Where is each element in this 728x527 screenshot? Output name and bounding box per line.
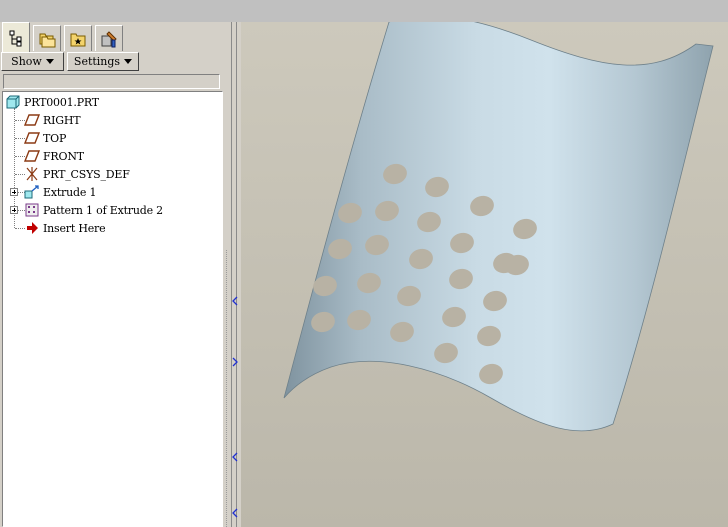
collapse-left-icon[interactable] (232, 296, 238, 306)
expand-right-icon[interactable] (232, 357, 238, 367)
folder-browser-tab[interactable] (33, 25, 61, 51)
datum-plane-icon (24, 150, 40, 162)
model-tree-tab[interactable] (2, 22, 30, 52)
tree-filter-field[interactable] (3, 74, 220, 89)
collapse-left-icon[interactable] (232, 452, 238, 462)
model-tree-icon (9, 30, 22, 46)
show-button-label: Show (11, 55, 42, 68)
expand-pattern-toggle[interactable] (10, 206, 18, 214)
insert-arrow-icon (27, 222, 38, 234)
tree-item-label: PRT0001.PRT (24, 95, 99, 109)
part-icon (6, 95, 20, 109)
tree-item-label: TOP (43, 131, 67, 145)
tree-item-label: FRONT (43, 149, 84, 163)
collapse-left-icon[interactable] (232, 508, 238, 518)
model-viewport[interactable] (241, 22, 728, 527)
extrude-icon (24, 185, 39, 199)
connections-tab[interactable] (95, 25, 123, 51)
expand-extrude-1-toggle[interactable] (10, 188, 18, 196)
favorites-tab[interactable] (64, 25, 92, 51)
tree-item-right[interactable]: RIGHT (24, 112, 81, 128)
tools-icon (101, 30, 117, 47)
tree-item-front[interactable]: FRONT (24, 148, 84, 164)
settings-button[interactable]: Settings (67, 52, 139, 71)
title-strip (0, 0, 728, 22)
tree-item-label: Extrude 1 (43, 185, 97, 199)
model-tree[interactable]: PRT0001.PRT RIGHT TOP FRONT PRT_CSYS_DEF… (2, 91, 223, 527)
tree-item-label: PRT_CSYS_DEF (43, 167, 130, 181)
tree-item-label: Insert Here (43, 221, 106, 235)
tree-item-label: RIGHT (43, 113, 81, 127)
settings-button-label: Settings (73, 55, 121, 68)
tree-item-csys[interactable]: PRT_CSYS_DEF (24, 166, 130, 182)
chevron-down-icon (124, 59, 133, 64)
datum-plane-icon (24, 114, 40, 126)
tree-item-extrude-1[interactable]: Extrude 1 (24, 184, 96, 200)
show-button[interactable]: Show (1, 52, 64, 71)
graphics-window[interactable] (241, 22, 728, 527)
tree-item-label: Pattern 1 of Extrude 2 (43, 203, 163, 217)
pattern-icon (25, 203, 39, 217)
tree-item-pattern[interactable]: Pattern 1 of Extrude 2 (24, 202, 163, 218)
navigator-toolbar: Show Settings (1, 52, 223, 72)
datum-plane-icon (24, 132, 40, 144)
tree-item-top[interactable]: TOP (24, 130, 66, 146)
coordinate-system-icon (26, 167, 38, 181)
favorites-icon (70, 33, 86, 46)
folder-icon (39, 33, 56, 47)
tree-item-root[interactable]: PRT0001.PRT (5, 94, 99, 110)
chevron-down-icon (45, 59, 54, 64)
tree-item-insert-here[interactable]: Insert Here (24, 220, 106, 236)
splitter-grip (226, 250, 227, 527)
